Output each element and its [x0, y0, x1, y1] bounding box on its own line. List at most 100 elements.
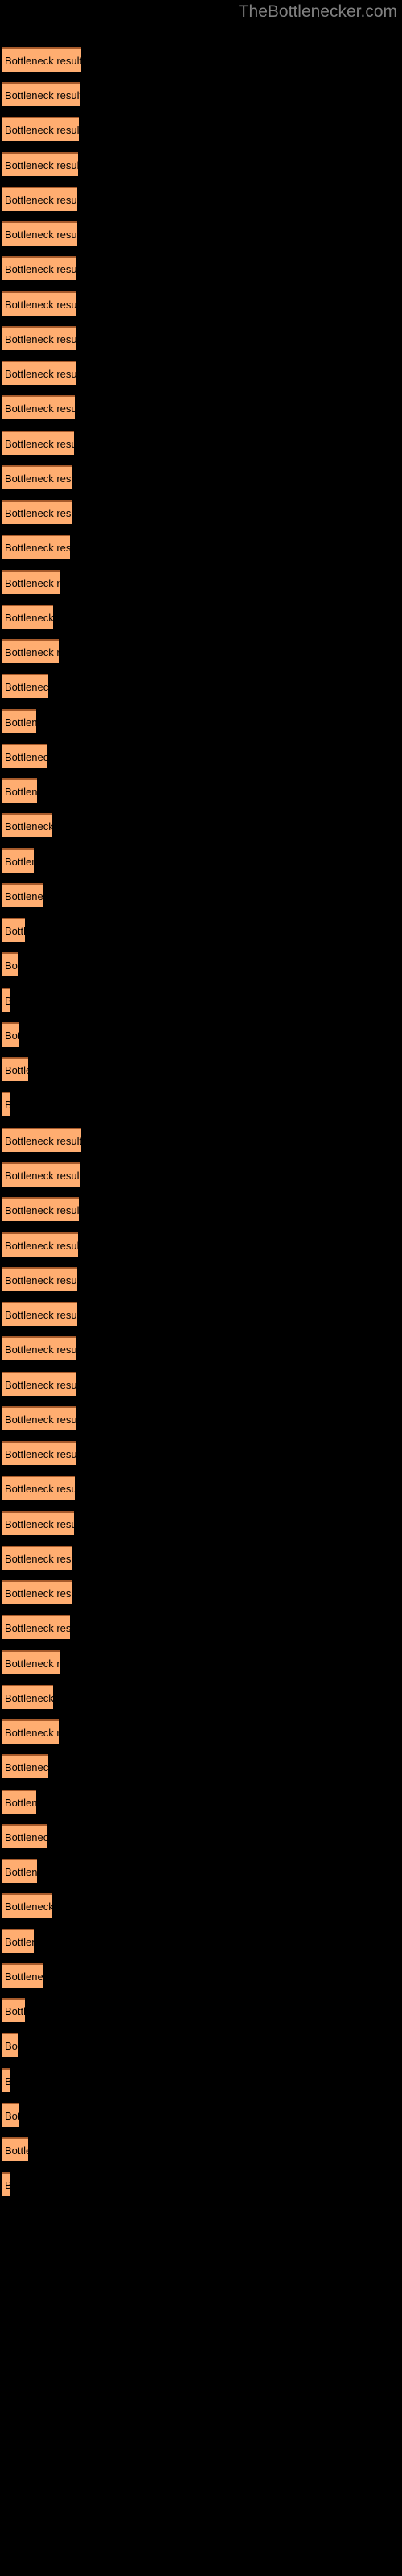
bar-label: Bottleneck result — [5, 1797, 36, 1809]
bottleneck-chart-page: TheBottlenecker.com Bottleneck result Bot… — [0, 0, 402, 2576]
bar: Bottleneck result — [2, 1372, 76, 1396]
bar: Bottleneck result — [2, 1963, 43, 1988]
bar: Bottleneck result — [2, 1719, 59, 1744]
bar: Bottleneck result — [2, 221, 77, 246]
bar: Bottleneck result — [2, 1162, 80, 1187]
bar-label: Bottleneck result — [5, 2005, 25, 2017]
bar: Bottleneck result — [2, 744, 47, 768]
bar-label: Bottleneck result — [5, 1309, 77, 1321]
bar: Bottleneck result — [2, 2068, 10, 2092]
bar: Bottleneck result — [2, 1406, 76, 1430]
bar-label: Bottleneck result — [5, 1657, 60, 1670]
bar: Bottleneck result — [2, 1128, 81, 1152]
bar-label: Bottleneck result — [5, 1518, 74, 1530]
bar-label: Bottleneck result — [5, 55, 81, 67]
bar: Bottleneck result — [2, 1057, 28, 1081]
bar-label: Bottleneck result — [5, 1097, 10, 1113]
bar-label: Bottleneck result — [5, 438, 74, 450]
bar: Bottleneck result — [2, 2137, 28, 2161]
bar-label: Bottleneck result — [5, 1761, 48, 1773]
bar: Bottleneck result — [2, 1790, 36, 1814]
bar: Bottleneck result — [2, 1893, 52, 1918]
bar: Bottleneck result — [2, 2033, 18, 2057]
bar: Bottleneck result — [2, 1441, 76, 1465]
bar-label: Bottleneck result — [5, 1587, 72, 1600]
bar-label: Bottleneck result — [5, 786, 37, 798]
bar-label: Bottleneck result — [5, 229, 77, 241]
bar-label: Bottleneck result — [5, 2040, 18, 2052]
bar-chart: Bottleneck result Bottleneck result Bottle… — [0, 0, 402, 2576]
bar: Bottleneck result — [2, 1754, 48, 1778]
bar-label: Bottleneck result — [5, 1727, 59, 1739]
bar: Bottleneck result — [2, 1302, 77, 1326]
bar-label: Bottleneck result — [5, 194, 77, 206]
bar: Bottleneck result — [2, 1615, 70, 1639]
bar: Bottleneck result — [2, 1546, 72, 1570]
bar-label: Bottleneck result — [5, 159, 78, 171]
bar-label: Bottleneck result — [5, 1274, 77, 1286]
bar-label: Bottleneck result — [5, 1936, 34, 1948]
bar-label: Bottleneck result — [5, 1170, 80, 1182]
bar-label: Bottleneck result — [5, 2110, 19, 2122]
bar: Bottleneck result — [2, 1232, 78, 1257]
bar-label: Bottleneck result — [5, 820, 52, 832]
bar: Bottleneck result — [2, 2172, 10, 2196]
bar-label: Bottleneck result — [5, 89, 80, 101]
bar-label: Bottleneck result — [5, 2074, 10, 2090]
bar-label: Bottleneck result — [5, 1553, 72, 1565]
bar: Bottleneck result — [2, 1336, 76, 1360]
bar: Bottleneck result — [2, 883, 43, 907]
bar: Bottleneck result — [2, 988, 10, 1012]
bar: Bottleneck result — [2, 1197, 79, 1221]
bar: Bottleneck result — [2, 778, 37, 803]
bar: Bottleneck result — [2, 674, 48, 698]
bar-label: Bottleneck result — [5, 2178, 10, 2194]
bar: Bottleneck result — [2, 952, 18, 976]
bar-label: Bottleneck result — [5, 925, 25, 937]
bar-label: Bottleneck result — [5, 1831, 47, 1843]
bar-label: Bottleneck result — [5, 1622, 70, 1634]
bar-label: Bottleneck result — [5, 2145, 28, 2157]
bar: Bottleneck result — [2, 500, 72, 524]
bar-label: Bottleneck result — [5, 612, 53, 624]
bar-label: Bottleneck result — [5, 1971, 43, 1983]
bar: Bottleneck result — [2, 82, 80, 106]
bar: Bottleneck result — [2, 1824, 47, 1848]
bar: Bottleneck result — [2, 709, 36, 733]
bar-label: Bottleneck result — [5, 856, 34, 868]
bar-label: Bottleneck result — [5, 646, 59, 658]
bar: Bottleneck result — [2, 1476, 75, 1500]
bar-label: Bottleneck result — [5, 1344, 76, 1356]
bar-label: Bottleneck result — [5, 263, 76, 275]
bar-label: Bottleneck result — [5, 1240, 78, 1252]
bar: Bottleneck result — [2, 395, 75, 419]
bar-label: Bottleneck result — [5, 473, 72, 485]
bar: Bottleneck result — [2, 1650, 60, 1674]
bar: Bottleneck result — [2, 848, 34, 873]
bar-label: Bottleneck result — [5, 1483, 75, 1495]
bar-label: Bottleneck result — [5, 1448, 76, 1460]
bar-label: Bottleneck result — [5, 1064, 28, 1076]
bar: Bottleneck result — [2, 605, 53, 629]
bar: Bottleneck result — [2, 431, 74, 455]
bar-label: Bottleneck result — [5, 1030, 19, 1042]
bar-label: Bottleneck result — [5, 1692, 53, 1704]
bar: Bottleneck result — [2, 326, 76, 350]
bar: Bottleneck result — [2, 1580, 72, 1604]
bar: Bottleneck result — [2, 1092, 10, 1116]
bar: Bottleneck result — [2, 117, 79, 141]
bar-label: Bottleneck result — [5, 507, 72, 519]
bar-label: Bottleneck result — [5, 1135, 81, 1147]
bar-label: Bottleneck result — [5, 960, 18, 972]
bar: Bottleneck result — [2, 465, 72, 489]
bar-label: Bottleneck result — [5, 993, 10, 1009]
bar: Bottleneck result — [2, 361, 76, 385]
bar-label: Bottleneck result — [5, 368, 76, 380]
bar: Bottleneck result — [2, 570, 60, 594]
bar-label: Bottleneck result — [5, 1204, 79, 1216]
bar-label: Bottleneck result — [5, 681, 48, 693]
bar-label: Bottleneck result — [5, 1901, 52, 1913]
bar: Bottleneck result — [2, 1685, 53, 1709]
bar: Bottleneck result — [2, 1998, 25, 2022]
bar: Bottleneck result — [2, 152, 78, 176]
